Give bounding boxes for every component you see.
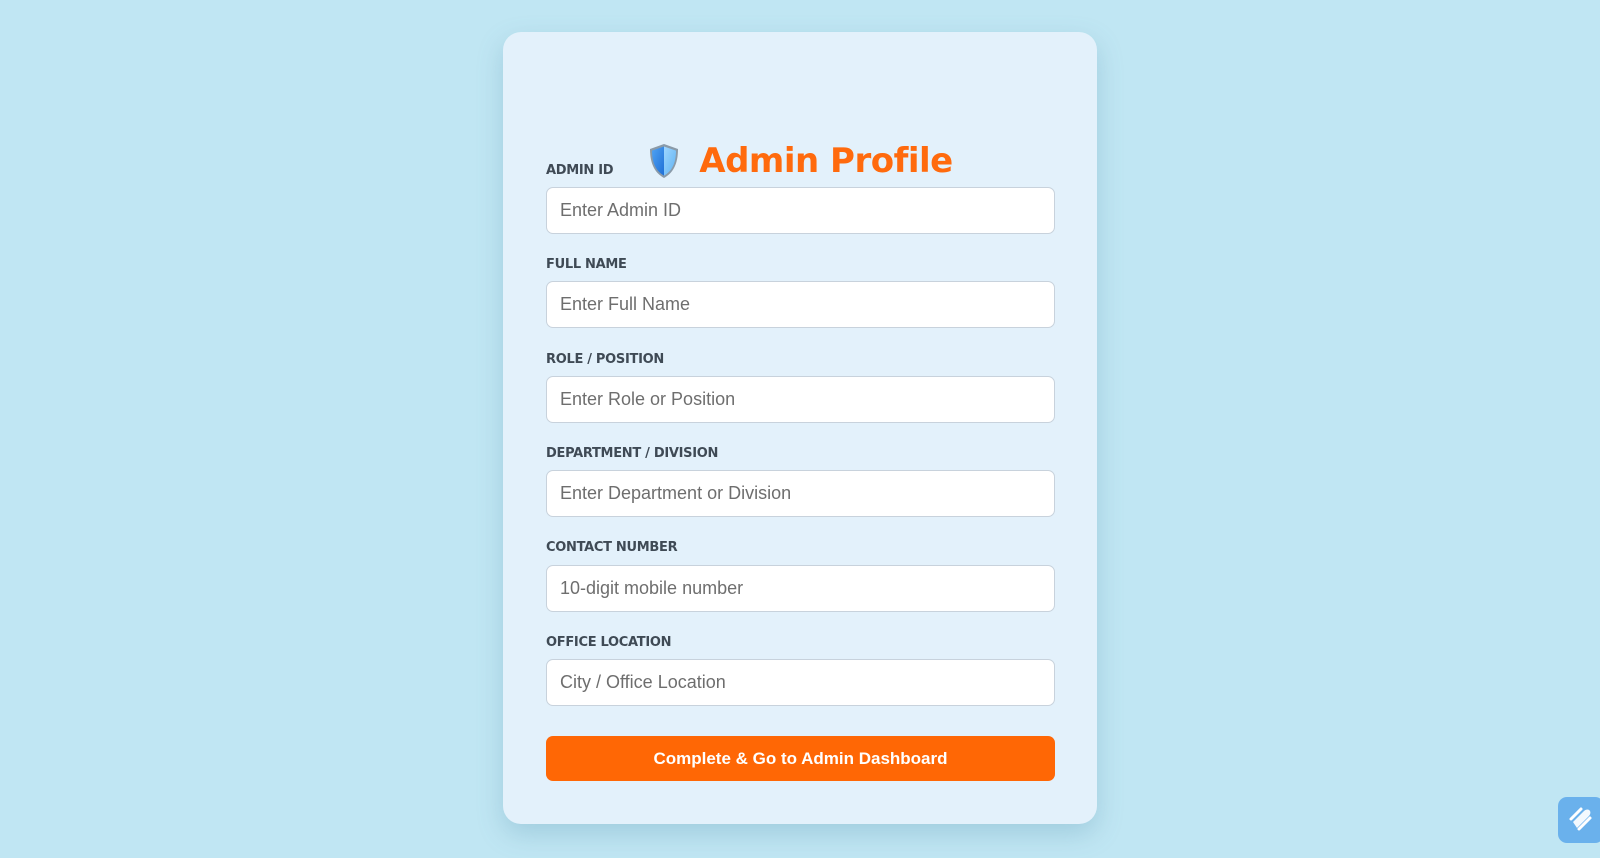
department-division-label: DEPARTMENT / DIVISION <box>546 446 719 461</box>
card-header: Admin Profile <box>503 136 1097 186</box>
role-position-label: ROLE / POSITION <box>546 352 664 367</box>
full-name-label: FULL NAME <box>546 257 627 272</box>
department-division-input[interactable] <box>546 470 1055 517</box>
floating-widget-button[interactable] <box>1558 797 1600 843</box>
shield-icon <box>647 142 681 180</box>
admin-id-label: ADMIN ID <box>546 163 614 178</box>
page-title: Admin Profile <box>699 141 953 181</box>
contact-number-label: CONTACT NUMBER <box>546 540 678 555</box>
contact-number-input[interactable] <box>546 565 1055 612</box>
admin-profile-card: Admin Profile ADMIN ID FULL NAME ROLE / … <box>503 32 1097 824</box>
full-name-input[interactable] <box>546 281 1055 328</box>
complete-go-dashboard-button[interactable]: Complete & Go to Admin Dashboard <box>546 736 1055 781</box>
pen-icon <box>1567 804 1595 837</box>
office-location-label: OFFICE LOCATION <box>546 635 672 650</box>
admin-id-input[interactable] <box>546 187 1055 234</box>
role-position-input[interactable] <box>546 376 1055 423</box>
office-location-input[interactable] <box>546 659 1055 706</box>
